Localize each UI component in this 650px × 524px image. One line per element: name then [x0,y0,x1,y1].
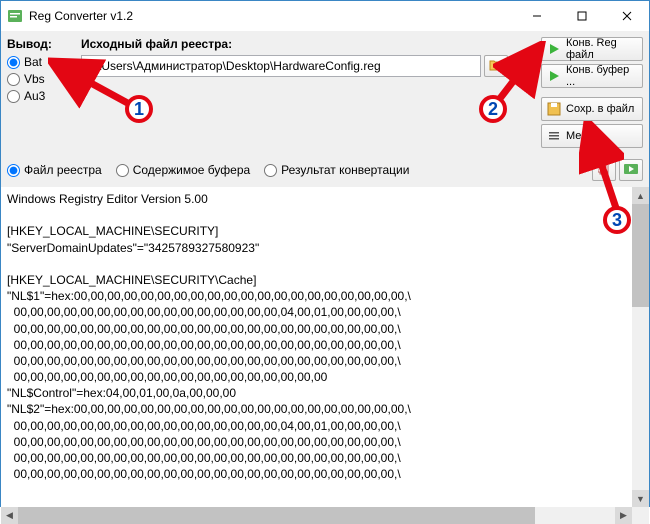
vscroll-thumb[interactable] [632,204,649,307]
radio-au3[interactable] [7,90,20,103]
view-label: Содержимое буфера [133,163,250,177]
source-group: Исходный файл реестра: [81,37,535,151]
app-icon [7,8,23,24]
scroll-right-button[interactable]: ▶ [615,507,632,524]
close-button[interactable] [604,1,649,31]
scroll-up-button[interactable]: ▲ [632,187,649,204]
view-label: Файл реестра [24,163,102,177]
menu-icon [547,129,561,143]
save-file-button[interactable]: Сохр. в файл [541,97,643,121]
source-title: Исходный файл реестра: [81,37,535,51]
copy-icon [598,162,610,179]
output-label: Vbs [24,72,45,86]
scroll-corner [632,507,649,524]
btn-label: Меню [566,130,596,142]
btn-label: Конв. Reg файл [566,37,637,61]
run-icon [624,163,638,178]
play-icon [547,69,561,83]
output-label: Bat [24,55,42,69]
output-group: Вывод: Bat Vbs Au3 [7,37,75,151]
window-title: Reg Converter v1.2 [29,9,514,23]
btn-label: Конв. буфер ... [566,64,637,88]
scroll-left-button[interactable]: ◀ [1,507,18,524]
btn-label: Сохр. в файл [566,103,634,115]
copy-button[interactable] [592,159,616,181]
radio-vbs[interactable] [7,73,20,86]
radio-view-file[interactable] [7,164,20,177]
horizontal-scrollbar[interactable]: ◀ ▶ [1,507,632,524]
view-option-result[interactable]: Результат конвертации [264,163,409,177]
action-buttons: Конв. Reg файл Конв. буфер ... Сохр. в ф… [541,37,643,151]
view-option-file[interactable]: Файл реестра [7,163,102,177]
save-icon [547,102,561,116]
editor-content[interactable]: Windows Registry Editor Version 5.00 [HK… [1,187,632,507]
vertical-scrollbar[interactable]: ▲ ▼ [632,187,649,507]
view-option-buffer[interactable]: Содержимое буфера [116,163,250,177]
hscroll-thumb[interactable] [18,507,535,524]
play-icon [547,42,561,56]
output-label: Au3 [24,89,45,103]
paste-button[interactable] [511,55,535,77]
convert-reg-button[interactable]: Конв. Reg файл [541,37,643,61]
top-panel: Вывод: Bat Vbs Au3 Исходный файл реестра… [1,31,649,157]
source-path-input[interactable] [81,55,481,77]
scroll-down-button[interactable]: ▼ [632,490,649,507]
view-row: Файл реестра Содержимое буфера Результат… [1,157,649,187]
output-option-au3[interactable]: Au3 [7,89,75,103]
radio-bat[interactable] [7,56,20,69]
browse-button[interactable] [484,55,508,77]
radio-view-buffer[interactable] [116,164,129,177]
output-option-bat[interactable]: Bat [7,55,75,69]
output-title: Вывод: [7,37,75,51]
output-option-vbs[interactable]: Vbs [7,72,75,86]
run-button[interactable] [619,159,643,181]
maximize-button[interactable] [559,1,604,31]
radio-view-result[interactable] [264,164,277,177]
clipboard-icon [517,58,529,75]
minimize-button[interactable] [514,1,559,31]
folder-icon [489,59,503,74]
menu-button[interactable]: Меню [541,124,643,148]
editor-area: Windows Registry Editor Version 5.00 [HK… [1,187,649,524]
view-label: Результат конвертации [281,163,409,177]
titlebar: Reg Converter v1.2 [1,1,649,31]
convert-buffer-button[interactable]: Конв. буфер ... [541,64,643,88]
